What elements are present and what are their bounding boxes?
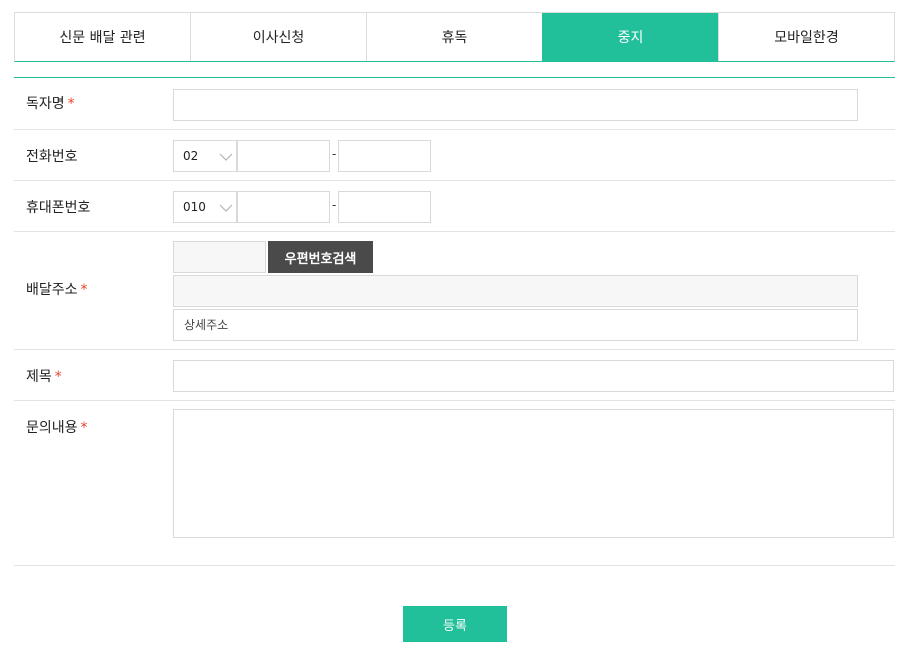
- required-mark: *: [67, 96, 75, 112]
- row-content: 문의내용 *: [14, 401, 895, 566]
- row-subject: 제목 *: [14, 350, 895, 401]
- zipcode-input[interactable]: [173, 241, 266, 273]
- phone-middle-input[interactable]: [237, 140, 330, 172]
- row-mobile: 휴대폰번호 010 -: [14, 181, 895, 232]
- tab-pause[interactable]: 휴독: [366, 13, 542, 61]
- phone-area-select[interactable]: 02: [173, 140, 237, 172]
- phone-last-input[interactable]: [338, 140, 431, 172]
- subject-label: 제목 *: [26, 369, 62, 385]
- mobile-label: 휴대폰번호: [26, 200, 91, 216]
- mobile-prefix-select[interactable]: 010: [173, 191, 237, 223]
- content-textarea[interactable]: [173, 409, 894, 538]
- category-tabs: 신문 배달 관련 이사신청 휴독 중지 모바일한경: [14, 12, 895, 62]
- mobile-separator: -: [332, 198, 337, 212]
- detail-address-input[interactable]: [173, 309, 858, 341]
- reader-name-label: 독자명 *: [26, 96, 75, 112]
- row-phone: 전화번호 02 -: [14, 130, 895, 181]
- tab-mobile[interactable]: 모바일한경: [718, 13, 894, 61]
- row-address: 배달주소 * 우편번호검색: [14, 232, 895, 350]
- content-label: 문의내용 *: [26, 420, 88, 436]
- address-input[interactable]: [173, 275, 858, 307]
- phone-area-value: 02: [183, 149, 199, 163]
- required-mark: *: [54, 369, 62, 385]
- chevron-down-icon: [219, 204, 233, 212]
- mobile-middle-input[interactable]: [237, 191, 330, 223]
- submit-button[interactable]: 등록: [403, 606, 507, 642]
- zipcode-search-button[interactable]: 우편번호검색: [268, 241, 373, 273]
- reader-name-input[interactable]: [173, 89, 858, 121]
- chevron-down-icon: [219, 153, 233, 161]
- mobile-prefix-value: 010: [183, 200, 206, 214]
- required-mark: *: [80, 282, 88, 298]
- required-mark: *: [80, 420, 88, 436]
- mobile-last-input[interactable]: [338, 191, 431, 223]
- tab-delivery[interactable]: 신문 배달 관련: [15, 13, 190, 61]
- phone-separator: -: [332, 147, 337, 161]
- phone-label: 전화번호: [26, 149, 78, 165]
- address-label: 배달주소 *: [26, 282, 88, 298]
- row-reader-name: 독자명 *: [14, 78, 895, 130]
- subject-input[interactable]: [173, 360, 894, 392]
- tab-stop[interactable]: 중지: [542, 13, 718, 61]
- tab-moving[interactable]: 이사신청: [190, 13, 366, 61]
